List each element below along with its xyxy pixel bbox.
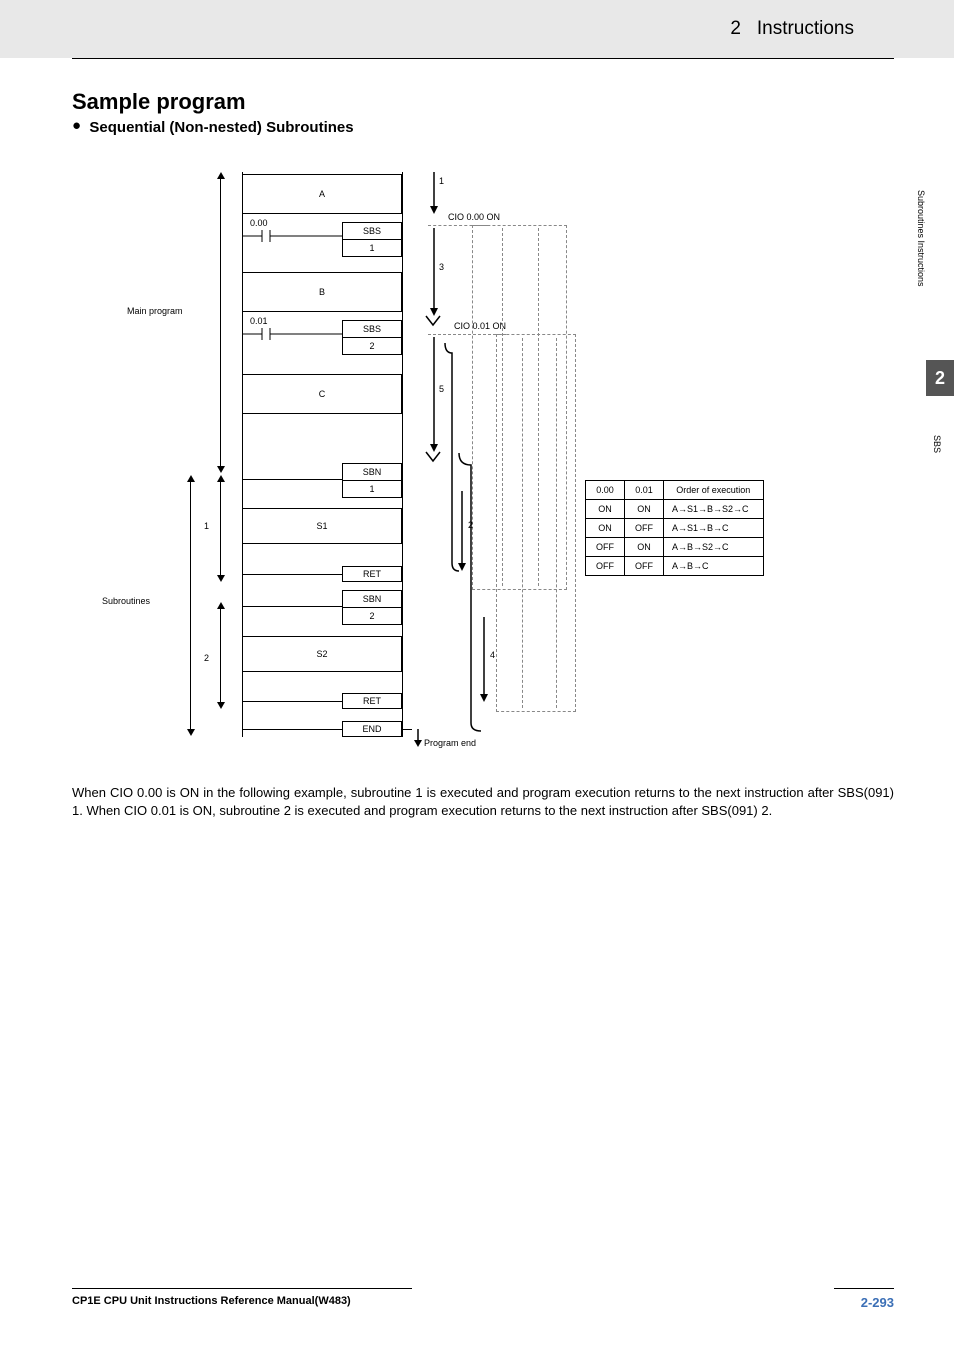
table-row: 0.00 0.01 Order of execution [586,481,764,500]
header-title: 2 Instructions [730,18,854,40]
sbs-2-box: SBS 2 [342,320,402,355]
page-footer: CP1E CPU Unit Instructions Reference Man… [0,1270,954,1350]
table-row: OFF ON A→B→S2→C [586,538,764,557]
dashed-vline [522,338,523,708]
hline [402,729,412,730]
footer-rule [72,1288,412,1289]
end-box: END [342,721,402,737]
contact-000-label: 0.00 [250,218,268,228]
rung-line [242,729,342,730]
sbs-1-box: SBS 1 [342,222,402,257]
footer-manual: CP1E CPU Unit Instructions Reference Man… [72,1295,351,1307]
vline [220,178,221,468]
dashed-vline [502,228,503,586]
arrowhead-down-icon [217,575,225,582]
vline [220,608,221,704]
footer-rule [834,1288,894,1289]
dashed-vline [556,338,557,708]
dashed-vline [538,228,539,586]
return-marker-icon [423,315,443,327]
rung-line [242,574,342,575]
bullet-icon: ● [72,117,81,134]
dashed-box-001 [496,334,576,712]
flow-arrow-down-icon [428,337,440,452]
arrowhead-up-icon [217,602,225,609]
block-c: C [242,374,402,414]
table-row: ON OFF A→S1→B→C [586,519,764,538]
sub-num-2: 2 [204,653,209,663]
arrowhead-up-icon [217,172,225,179]
block-b: B [242,272,402,312]
table-row: ON ON A→S1→B→S2→C [586,500,764,519]
ret-2-box: RET [342,693,402,709]
flow-label-3: 3 [439,262,444,272]
arrowhead-down-icon [217,702,225,709]
arrowhead-up-icon [187,475,195,482]
contact-001-label: 0.01 [250,316,268,326]
explanation-text: When CIO 0.00 is ON in the following exa… [72,784,894,820]
vline [190,481,191,731]
flow-label-4: 4 [490,650,495,660]
arrowhead-down-icon [217,466,225,473]
rung-line [242,479,342,480]
program-end-label: Program end [424,738,476,748]
ladder-contact-icon [242,326,342,342]
table-header: Order of execution [664,481,764,500]
order-of-execution-table: 0.00 0.01 Order of execution ON ON A→S1→… [585,480,764,576]
rung-line [242,606,342,607]
ret-1-box: RET [342,566,402,582]
flow-arrow-down-icon [412,729,424,747]
arrowhead-up-icon [217,475,225,482]
rung-line [242,701,342,702]
table-header: 0.01 [625,481,664,500]
arrowhead-down-icon [187,729,195,736]
table-row: OFF OFF A→B→C [586,557,764,576]
page-header: 2 Instructions [0,0,954,58]
return-marker-icon [423,451,443,463]
flow-arrow-down-icon [428,228,440,316]
flow-label-1: 1 [439,176,444,186]
sbn-2-box: SBN 2 [342,590,402,625]
subsection-title: ● Sequential (Non-nested) Subroutines [72,119,894,136]
sbn-1-box: SBN 1 [342,463,402,498]
block-a: A [242,174,402,214]
page-number: 2-293 [861,1295,894,1310]
block-s2: S2 [242,636,402,672]
subroutines-label: Subroutines [102,596,150,606]
cio-000-on-label: CIO 0.00 ON [448,212,500,222]
section-title: Sample program [72,89,894,115]
flow-arrow-down-icon [478,617,490,702]
diagram: Main program Subroutines 1 2 [72,156,802,766]
ladder-rail [402,172,403,737]
vline [220,481,221,577]
block-s1: S1 [242,508,402,544]
sub-num-1: 1 [204,521,209,531]
table-header: 0.00 [586,481,625,500]
ladder-contact-icon [242,228,342,244]
main-program-label: Main program [127,306,183,316]
